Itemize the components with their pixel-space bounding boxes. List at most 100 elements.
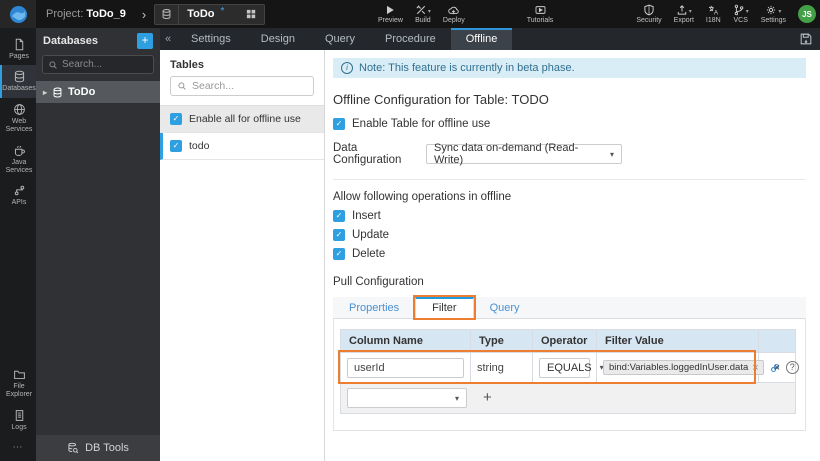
enable-table-label: Enable Table for offline use <box>352 118 491 130</box>
add-column-select[interactable]: ▾ <box>347 388 467 408</box>
page-title: Offline Configuration for Table: TODO <box>333 92 549 107</box>
divider <box>333 179 806 180</box>
filter-table-header-row: Column Name Type Operator Filter Value <box>340 329 796 353</box>
tables-search-input[interactable] <box>192 80 302 92</box>
project-name: ToDo_9 <box>86 8 126 20</box>
expand-icon[interactable]: ▸ <box>43 88 47 97</box>
sidebar-item-pages[interactable]: Pages <box>0 33 36 65</box>
offline-config-content: i Note: This feature is currently in bet… <box>325 50 820 461</box>
tab-design[interactable]: Design <box>246 28 310 50</box>
tab-settings[interactable]: Settings <box>176 28 246 50</box>
sidebar-item-logs[interactable]: Logs <box>0 404 36 436</box>
vcs-button[interactable]: ▾ VCS <box>727 0 755 28</box>
panel-collapse-icon[interactable]: « <box>160 33 176 45</box>
tables-panel-title: Tables <box>170 59 205 71</box>
sidebar-item-web-services[interactable]: Web Services <box>0 98 36 139</box>
chevron-right-icon[interactable]: › <box>142 7 146 22</box>
databases-search-input[interactable] <box>62 59 142 70</box>
app-logo[interactable] <box>0 0 36 28</box>
db-tools-icon <box>67 442 79 454</box>
folder-icon <box>13 368 26 381</box>
database-tree-item-todo[interactable]: ▸ ToDo <box>36 81 160 103</box>
coffee-cup-icon <box>13 144 26 157</box>
tab-procedure[interactable]: Procedure <box>370 28 451 50</box>
search-icon <box>177 81 187 91</box>
enable-all-row[interactable]: ✓ Enable all for offline use <box>160 105 324 133</box>
tab-properties[interactable]: Properties <box>333 297 415 318</box>
data-configuration-value: Sync data on-demand (Read-Write) <box>434 142 579 166</box>
chevron-down-icon: ▾ <box>778 9 782 15</box>
db-tools-button[interactable]: DB Tools <box>36 435 160 461</box>
database-icon <box>52 87 63 98</box>
enable-all-label: Enable all for offline use <box>189 113 301 125</box>
tab-query[interactable]: Query <box>310 28 370 50</box>
entity-tab-todo[interactable]: ToDo * <box>154 3 266 25</box>
add-row-button[interactable]: + <box>483 390 492 405</box>
search-icon <box>48 60 58 70</box>
databases-panel: Databases + ▸ ToDo DB Tools <box>36 28 160 461</box>
deploy-button[interactable]: Deploy <box>437 0 471 28</box>
tab-offline[interactable]: Offline <box>450 28 513 50</box>
insert-checkbox[interactable]: ✓ <box>333 210 345 222</box>
operator-select[interactable]: EQUALS ▾ <box>539 357 604 378</box>
export-button[interactable]: ▾ Export <box>668 0 700 28</box>
update-label: Update <box>352 229 390 241</box>
chip-close-icon[interactable]: × <box>752 362 758 373</box>
help-icon[interactable]: ? <box>785 361 799 374</box>
add-database-button[interactable]: + <box>137 33 153 49</box>
database-name: ToDo <box>68 86 96 98</box>
sidebar-item-databases[interactable]: Databases <box>0 65 36 98</box>
filter-row-userid: string EQUALS ▾ bind:Variables.loggedInU… <box>340 352 799 383</box>
todo-checkbox[interactable]: ✓ <box>170 140 182 152</box>
caret-down-icon: ▾ <box>609 149 614 159</box>
tutorials-button[interactable]: Tutorials <box>521 0 560 28</box>
sidebar-item-java-services[interactable]: Java Services <box>0 139 36 180</box>
beta-note-text: Note: This feature is currently in beta … <box>359 62 575 74</box>
tab-filter[interactable]: Filter <box>413 295 476 320</box>
filter-table: Column Name Type Operator Filter Value s… <box>340 329 799 414</box>
settings-button[interactable]: ▾ Settings <box>755 0 792 28</box>
tab-query[interactable]: Query <box>474 297 536 318</box>
security-button[interactable]: Security <box>630 0 667 28</box>
data-configuration-row: Data Configuration Sync data on-demand (… <box>333 142 806 166</box>
database-icon <box>155 4 180 24</box>
update-row: ✓ Update <box>333 229 806 241</box>
chevron-down-icon: ▾ <box>745 9 749 15</box>
enable-all-checkbox[interactable]: ✓ <box>170 113 182 125</box>
user-avatar[interactable]: JS <box>798 5 816 23</box>
insert-label: Insert <box>352 210 381 222</box>
pages-icon <box>13 38 26 51</box>
left-nav-rail: Pages Databases Web Services Java Servic… <box>0 28 36 461</box>
grid-icon[interactable] <box>238 5 264 24</box>
preview-button[interactable]: Preview <box>372 0 409 28</box>
update-checkbox[interactable]: ✓ <box>333 229 345 241</box>
databases-panel-title: Databases <box>43 35 99 47</box>
topbar-actions-right: Security ▾ Export A I18N ▾ VCS ▾ Setting… <box>630 0 792 28</box>
column-name-input[interactable] <box>347 357 464 378</box>
data-configuration-label: Data Configuration <box>333 142 402 166</box>
video-icon <box>534 4 547 16</box>
service-tab-bar: « Settings Design Query Procedure Offlin… <box>160 28 820 50</box>
databases-search[interactable] <box>42 55 154 74</box>
table-row-todo[interactable]: ✓ todo <box>160 133 324 160</box>
header-type: Type <box>470 329 533 353</box>
enable-table-row: ✓ Enable Table for offline use <box>333 118 806 130</box>
save-icon[interactable] <box>799 32 813 46</box>
tables-search[interactable] <box>170 76 314 96</box>
enable-table-checkbox[interactable]: ✓ <box>333 118 345 130</box>
header-actions <box>758 329 796 353</box>
svg-text:A: A <box>714 10 719 17</box>
more-menu-icon[interactable]: ⋯ <box>0 436 36 461</box>
i18n-button[interactable]: A I18N <box>700 0 727 28</box>
build-tools-icon <box>415 4 427 16</box>
api-nodes-icon <box>13 184 26 197</box>
build-button[interactable]: ▾ Build <box>409 0 437 28</box>
sidebar-item-apis[interactable]: APIs <box>0 179 36 211</box>
delete-checkbox[interactable]: ✓ <box>333 248 345 260</box>
rail-spacer <box>0 212 36 363</box>
sidebar-item-file-explorer[interactable]: File Explorer <box>0 363 36 404</box>
filter-tab-panel: Column Name Type Operator Filter Value s… <box>333 319 806 431</box>
translate-icon: A <box>707 4 720 16</box>
header-column-name: Column Name <box>340 329 471 353</box>
data-configuration-select[interactable]: Sync data on-demand (Read-Write) ▾ <box>426 142 622 166</box>
